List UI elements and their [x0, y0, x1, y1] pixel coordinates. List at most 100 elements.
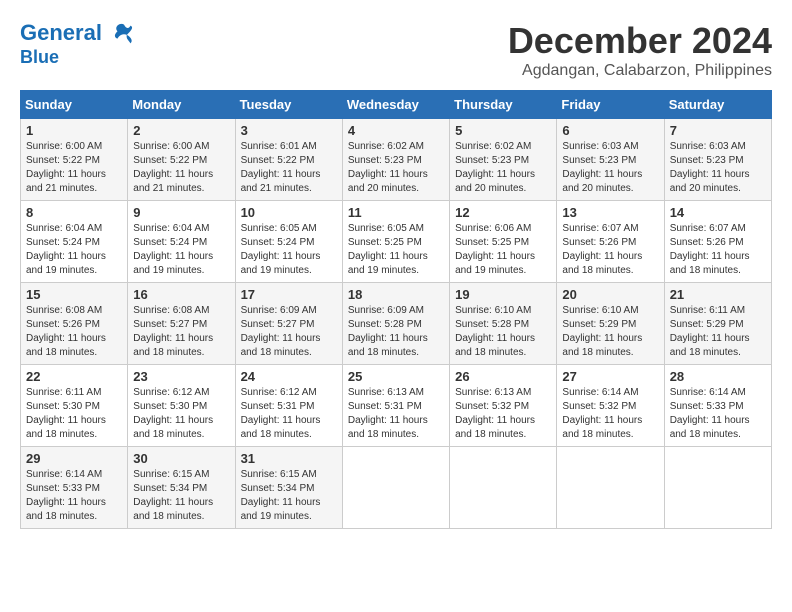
calendar-cell: 1 Sunrise: 6:00 AM Sunset: 5:22 PM Daylig…	[21, 119, 128, 201]
day-number: 13	[562, 205, 658, 220]
calendar-cell: 22 Sunrise: 6:11 AM Sunset: 5:30 PM Dayli…	[21, 365, 128, 447]
day-info: Sunrise: 6:14 AM Sunset: 5:32 PM Dayligh…	[562, 386, 658, 442]
calendar-week-5: 29 Sunrise: 6:14 AM Sunset: 5:33 PM Dayli…	[21, 447, 772, 529]
title-block: December 2024 Agdangan, Calabarzon, Phil…	[508, 20, 772, 80]
calendar-cell: 14Sunrise: 6:07 AM Sunset: 5:26 PM Dayli…	[664, 201, 771, 283]
logo-text: General	[20, 20, 138, 48]
day-info: Sunrise: 6:04 AM Sunset: 5:24 PM Dayligh…	[26, 222, 122, 278]
day-info: Sunrise: 6:00 AM Sunset: 5:22 PM Dayligh…	[133, 140, 229, 196]
day-info: Sunrise: 6:05 AM Sunset: 5:24 PM Dayligh…	[241, 222, 337, 278]
day-number: 22	[26, 369, 122, 384]
day-info: Sunrise: 6:13 AM Sunset: 5:32 PM Dayligh…	[455, 386, 551, 442]
calendar-week-3: 15 Sunrise: 6:08 AM Sunset: 5:26 PM Dayli…	[21, 283, 772, 365]
day-info: Sunrise: 6:05 AM Sunset: 5:25 PM Dayligh…	[348, 222, 444, 278]
day-number: 23	[133, 369, 229, 384]
calendar-cell: 11 Sunrise: 6:05 AM Sunset: 5:25 PM Dayli…	[342, 201, 449, 283]
day-number: 3	[241, 123, 337, 138]
calendar-cell: 15 Sunrise: 6:08 AM Sunset: 5:26 PM Dayli…	[21, 283, 128, 365]
page-header: General Blue December 2024 Agdangan, Cal…	[20, 20, 772, 80]
calendar-cell: 10Sunrise: 6:05 AM Sunset: 5:24 PM Dayli…	[235, 201, 342, 283]
day-info: Sunrise: 6:01 AM Sunset: 5:22 PM Dayligh…	[241, 140, 337, 196]
day-info: Sunrise: 6:02 AM Sunset: 5:23 PM Dayligh…	[348, 140, 444, 196]
calendar-cell: 21 Sunrise: 6:11 AM Sunset: 5:29 PM Dayli…	[664, 283, 771, 365]
day-info: Sunrise: 6:08 AM Sunset: 5:26 PM Dayligh…	[26, 304, 122, 360]
day-info: Sunrise: 6:13 AM Sunset: 5:31 PM Dayligh…	[348, 386, 444, 442]
day-number: 27	[562, 369, 658, 384]
day-number: 30	[133, 451, 229, 466]
day-info: Sunrise: 6:06 AM Sunset: 5:25 PM Dayligh…	[455, 222, 551, 278]
calendar-cell: 17 Sunrise: 6:09 AM Sunset: 5:27 PM Dayli…	[235, 283, 342, 365]
calendar-cell: 9 Sunrise: 6:04 AM Sunset: 5:24 PM Daylig…	[128, 201, 235, 283]
day-number: 25	[348, 369, 444, 384]
calendar-cell: 23 Sunrise: 6:12 AM Sunset: 5:30 PM Dayli…	[128, 365, 235, 447]
day-number: 16	[133, 287, 229, 302]
day-info: Sunrise: 6:07 AM Sunset: 5:26 PM Dayligh…	[562, 222, 658, 278]
location: Agdangan, Calabarzon, Philippines	[508, 62, 772, 80]
day-number: 2	[133, 123, 229, 138]
day-number: 4	[348, 123, 444, 138]
day-info: Sunrise: 6:10 AM Sunset: 5:29 PM Dayligh…	[562, 304, 658, 360]
day-header-sunday: Sunday	[21, 91, 128, 119]
calendar-cell: 6Sunrise: 6:03 AM Sunset: 5:23 PM Daylig…	[557, 119, 664, 201]
day-number: 1	[26, 123, 122, 138]
day-number: 9	[133, 205, 229, 220]
day-number: 17	[241, 287, 337, 302]
day-info: Sunrise: 6:02 AM Sunset: 5:23 PM Dayligh…	[455, 140, 551, 196]
calendar-cell: 25 Sunrise: 6:13 AM Sunset: 5:31 PM Dayli…	[342, 365, 449, 447]
day-info: Sunrise: 6:12 AM Sunset: 5:31 PM Dayligh…	[241, 386, 337, 442]
day-number: 28	[670, 369, 766, 384]
day-header-thursday: Thursday	[450, 91, 557, 119]
day-info: Sunrise: 6:10 AM Sunset: 5:28 PM Dayligh…	[455, 304, 551, 360]
month-title: December 2024	[508, 20, 772, 62]
day-info: Sunrise: 6:14 AM Sunset: 5:33 PM Dayligh…	[670, 386, 766, 442]
day-info: Sunrise: 6:15 AM Sunset: 5:34 PM Dayligh…	[133, 468, 229, 524]
calendar-week-4: 22 Sunrise: 6:11 AM Sunset: 5:30 PM Dayli…	[21, 365, 772, 447]
day-number: 21	[670, 287, 766, 302]
day-number: 5	[455, 123, 551, 138]
day-header-tuesday: Tuesday	[235, 91, 342, 119]
day-number: 14	[670, 205, 766, 220]
logo: General Blue	[20, 20, 138, 68]
calendar-table: SundayMondayTuesdayWednesdayThursdayFrid…	[20, 90, 772, 529]
day-info: Sunrise: 6:15 AM Sunset: 5:34 PM Dayligh…	[241, 468, 337, 524]
day-number: 31	[241, 451, 337, 466]
day-header-friday: Friday	[557, 91, 664, 119]
logo-blue-text: Blue	[20, 48, 138, 68]
day-number: 20	[562, 287, 658, 302]
day-info: Sunrise: 6:14 AM Sunset: 5:33 PM Dayligh…	[26, 468, 122, 524]
day-number: 19	[455, 287, 551, 302]
calendar-cell: 19 Sunrise: 6:10 AM Sunset: 5:28 PM Dayli…	[450, 283, 557, 365]
calendar-cell	[557, 447, 664, 529]
calendar-cell: 26 Sunrise: 6:13 AM Sunset: 5:32 PM Dayli…	[450, 365, 557, 447]
calendar-week-1: 1 Sunrise: 6:00 AM Sunset: 5:22 PM Daylig…	[21, 119, 772, 201]
day-header-wednesday: Wednesday	[342, 91, 449, 119]
day-info: Sunrise: 6:12 AM Sunset: 5:30 PM Dayligh…	[133, 386, 229, 442]
day-number: 11	[348, 205, 444, 220]
calendar-cell: 27 Sunrise: 6:14 AM Sunset: 5:32 PM Dayli…	[557, 365, 664, 447]
day-info: Sunrise: 6:11 AM Sunset: 5:30 PM Dayligh…	[26, 386, 122, 442]
day-number: 12	[455, 205, 551, 220]
day-number: 6	[562, 123, 658, 138]
day-number: 24	[241, 369, 337, 384]
day-number: 15	[26, 287, 122, 302]
calendar-cell	[342, 447, 449, 529]
day-number: 18	[348, 287, 444, 302]
calendar-cell: 3 Sunrise: 6:01 AM Sunset: 5:22 PM Daylig…	[235, 119, 342, 201]
calendar-cell: 4 Sunrise: 6:02 AM Sunset: 5:23 PM Daylig…	[342, 119, 449, 201]
day-info: Sunrise: 6:11 AM Sunset: 5:29 PM Dayligh…	[670, 304, 766, 360]
calendar-cell: 18Sunrise: 6:09 AM Sunset: 5:28 PM Dayli…	[342, 283, 449, 365]
day-number: 26	[455, 369, 551, 384]
day-info: Sunrise: 6:04 AM Sunset: 5:24 PM Dayligh…	[133, 222, 229, 278]
day-number: 7	[670, 123, 766, 138]
day-header-monday: Monday	[128, 91, 235, 119]
calendar-cell: 12 Sunrise: 6:06 AM Sunset: 5:25 PM Dayli…	[450, 201, 557, 283]
day-info: Sunrise: 6:00 AM Sunset: 5:22 PM Dayligh…	[26, 140, 122, 196]
day-number: 8	[26, 205, 122, 220]
day-info: Sunrise: 6:09 AM Sunset: 5:27 PM Dayligh…	[241, 304, 337, 360]
calendar-cell	[664, 447, 771, 529]
calendar-cell: 2 Sunrise: 6:00 AM Sunset: 5:22 PM Daylig…	[128, 119, 235, 201]
day-number: 29	[26, 451, 122, 466]
calendar-cell: 8 Sunrise: 6:04 AM Sunset: 5:24 PM Daylig…	[21, 201, 128, 283]
calendar-week-2: 8 Sunrise: 6:04 AM Sunset: 5:24 PM Daylig…	[21, 201, 772, 283]
day-header-saturday: Saturday	[664, 91, 771, 119]
